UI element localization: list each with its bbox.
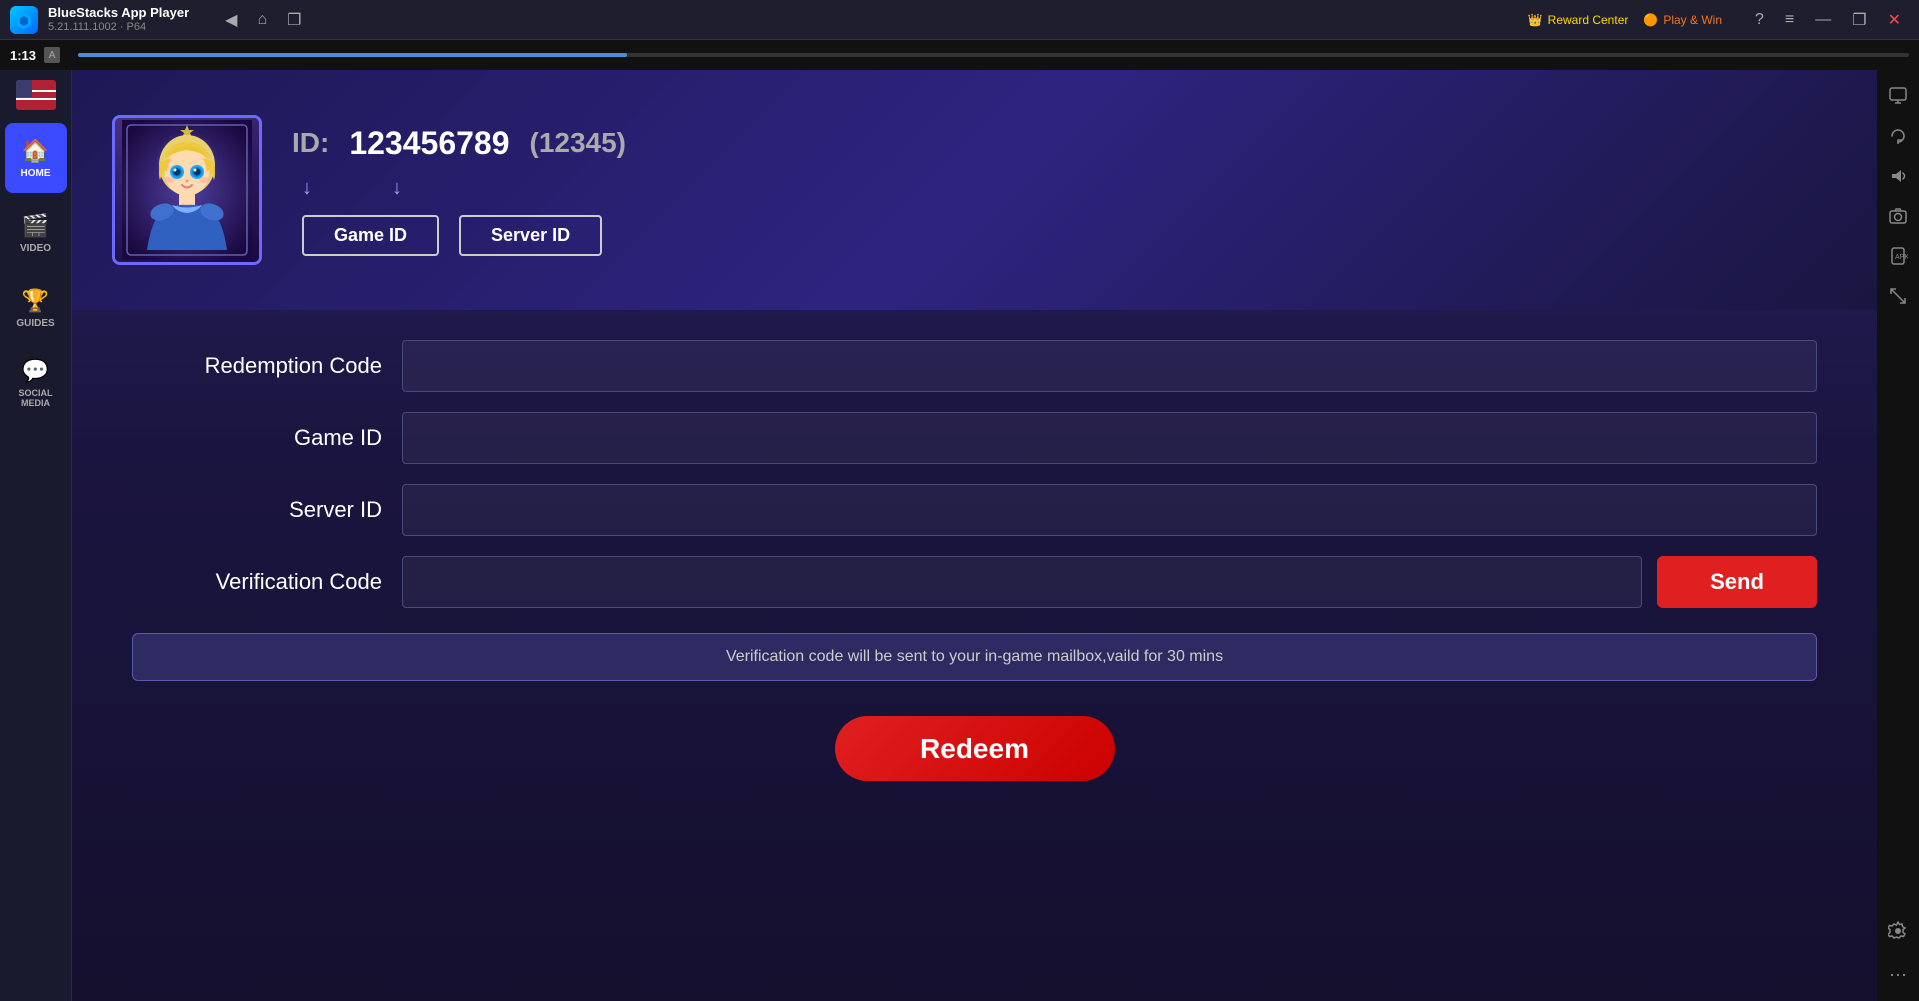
rotate-icon[interactable] (1882, 120, 1914, 152)
home-icon: 🏠 (22, 138, 49, 164)
close-button[interactable]: ✕ (1880, 8, 1909, 32)
send-button[interactable]: Send (1657, 556, 1817, 608)
minimize-button[interactable]: — (1807, 8, 1839, 32)
play-win[interactable]: 🟠 Play & Win (1643, 13, 1722, 27)
header-info: ID: 123456789 (12345) ↓ ↓ Game ID Server… (292, 125, 626, 256)
apk-icon[interactable]: APK (1882, 240, 1914, 272)
app-name: BlueStacks App Player (48, 5, 189, 21)
camera-icon[interactable] (1882, 200, 1914, 232)
title-bar: BlueStacks App Player 5.21.111.1002 · P6… (0, 0, 1919, 40)
player-id-row: ID: 123456789 (12345) (292, 125, 626, 162)
title-bar-left: BlueStacks App Player 5.21.111.1002 · P6… (10, 5, 1528, 34)
game-id-input[interactable] (402, 412, 1817, 464)
title-bar-right: 👑 Reward Center 🟠 Play & Win ? ≡ — ❐ ✕ (1528, 8, 1909, 32)
sidebar-item-video[interactable]: 🎬 VIDEO (5, 198, 67, 268)
sidebar-guides-label: GUIDES (16, 318, 54, 329)
id-label: ID: (292, 127, 329, 159)
maximize-button[interactable]: ❐ (1844, 8, 1874, 32)
sidebar-item-home[interactable]: 🏠 HOME (5, 123, 67, 193)
server-id-arrow: ↓ (392, 177, 402, 200)
sidebar-social-label: SOCIAL MEDIA (5, 388, 67, 408)
window-controls: ? ≡ — ❐ ✕ (1747, 8, 1909, 32)
game-id-row: Game ID (132, 412, 1817, 464)
server-id-row: Server ID (132, 484, 1817, 536)
sidebar-item-social[interactable]: 💬 SOCIAL MEDIA (5, 348, 67, 418)
copy-button[interactable]: ❐ (281, 8, 307, 32)
server-id-label: Server ID (132, 497, 382, 523)
verification-code-row: Verification Code Send (132, 556, 1817, 608)
player-id-number: 123456789 (349, 125, 509, 162)
home-nav-button[interactable]: ⌂ (251, 8, 273, 32)
progress-bar (78, 53, 1909, 57)
redemption-code-row: Redemption Code (132, 340, 1817, 392)
timer-bar: 1:13 A (0, 40, 1919, 70)
server-id-input[interactable] (402, 484, 1817, 536)
sidebar-item-guides[interactable]: 🏆 GUIDES (5, 273, 67, 343)
sidebar: 🏠 HOME 🎬 VIDEO 🏆 GUIDES 💬 SOCIAL MEDIA (0, 70, 72, 1001)
nav-buttons: ◀ ⌂ ❐ (219, 8, 307, 32)
id-buttons: Game ID Server ID (302, 215, 626, 256)
main-area: 🏠 HOME 🎬 VIDEO 🏆 GUIDES 💬 SOCIAL MEDIA (0, 70, 1919, 1001)
timer-text: 1:13 (10, 48, 36, 63)
sidebar-home-label: HOME (21, 168, 51, 179)
volume-icon[interactable] (1882, 160, 1914, 192)
play-win-icon: 🟠 (1643, 13, 1658, 27)
verification-code-input[interactable] (402, 556, 1642, 608)
bluestacks-logo (10, 6, 38, 34)
sidebar-video-label: VIDEO (20, 243, 51, 254)
menu-button[interactable]: ≡ (1777, 8, 1802, 32)
right-bar: APK ⋯ (1877, 70, 1919, 1001)
form-section: Redemption Code Game ID Server ID Verifi… (72, 310, 1877, 1001)
more-icon[interactable]: ⋯ (1882, 959, 1914, 991)
game-content: ID: 123456789 (12345) ↓ ↓ Game ID Server… (72, 70, 1877, 1001)
game-id-button[interactable]: Game ID (302, 215, 439, 256)
character-portrait (112, 115, 262, 265)
back-button[interactable]: ◀ (219, 8, 243, 32)
flag-button[interactable] (16, 80, 56, 110)
video-icon: 🎬 (22, 213, 49, 239)
social-icon: 💬 (22, 358, 49, 384)
settings-icon[interactable] (1882, 915, 1914, 947)
server-id-button[interactable]: Server ID (459, 215, 602, 256)
info-bar: Verification code will be sent to your i… (132, 633, 1817, 681)
redemption-code-label: Redemption Code (132, 353, 382, 379)
reward-center[interactable]: 👑 Reward Center (1528, 13, 1629, 27)
id-arrows: ↓ ↓ (302, 177, 626, 200)
reward-icon: 👑 (1528, 13, 1543, 27)
redemption-code-input[interactable] (402, 340, 1817, 392)
verification-code-label: Verification Code (132, 569, 382, 595)
help-button[interactable]: ? (1747, 8, 1772, 32)
resize-icon[interactable] (1882, 280, 1914, 312)
svg-text:APK: APK (1895, 254, 1908, 261)
game-id-arrow: ↓ (302, 177, 312, 200)
progress-fill (78, 53, 627, 57)
guides-icon: 🏆 (22, 288, 49, 314)
server-number: (12345) (530, 127, 627, 159)
app-version: 5.21.111.1002 · P64 (48, 21, 189, 34)
character-image (115, 118, 259, 262)
redeem-button[interactable]: Redeem (835, 716, 1115, 781)
game-id-label: Game ID (132, 425, 382, 451)
game-header: ID: 123456789 (12345) ↓ ↓ Game ID Server… (72, 70, 1877, 310)
timer-icon: A (44, 47, 60, 63)
display-icon[interactable] (1882, 80, 1914, 112)
